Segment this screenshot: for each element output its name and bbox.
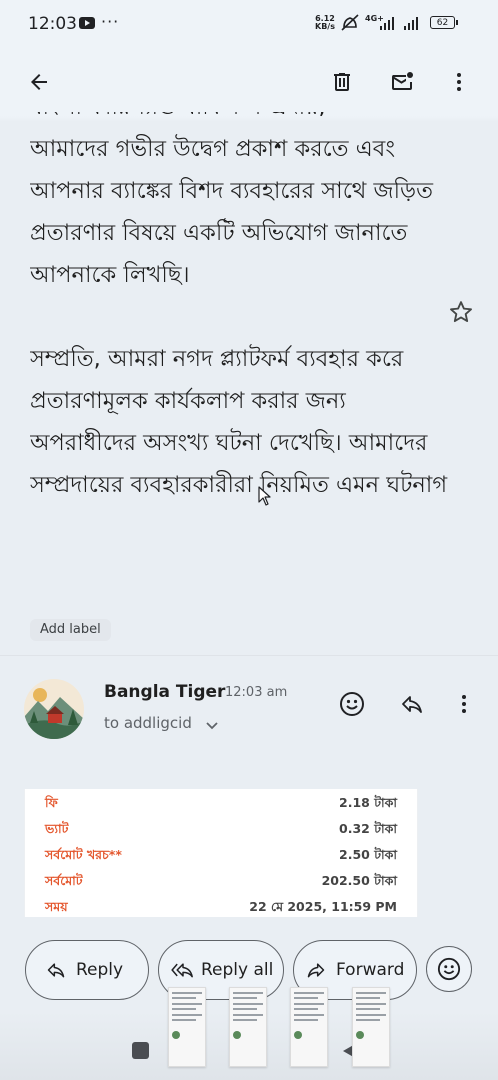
reply-icon-button[interactable]	[394, 686, 430, 722]
email-paragraph-1: আমাদের গভীর উদ্বেগ প্রকাশ করতে এবং আপনার…	[30, 136, 433, 288]
back-button[interactable]	[15, 58, 63, 106]
email-paragraph-2: সম্প্রতি, আমরা নগদ প্ল্যাটফর্ম ব্যবহার ক…	[30, 346, 448, 498]
more-options-button[interactable]	[435, 58, 483, 106]
add-label-chip[interactable]: Add label	[30, 619, 111, 641]
reply-button[interactable]: Reply	[25, 940, 149, 1000]
receipt-row: সর্বমোট 202.50 টাকা	[45, 873, 397, 888]
delete-button[interactable]	[318, 58, 366, 106]
receipt-row: ভ্যাট 0.32 টাকা	[45, 821, 397, 836]
more-vert-icon	[462, 695, 466, 713]
receipt-row: ফি 2.18 টাকা	[45, 795, 397, 810]
receipt-fade	[0, 918, 498, 938]
message-more-button[interactable]	[446, 686, 482, 722]
scroll-fade	[0, 116, 498, 122]
sender-name: Bangla Tiger	[104, 682, 226, 702]
email-body: বাংলা কারিগ্যান্ড বাকিস সম্প্রদায়, আমাদ…	[30, 112, 450, 602]
delete-icon	[334, 73, 350, 91]
back-arrow-icon	[31, 74, 47, 90]
network-speed: 6.12 KB/s	[315, 14, 335, 31]
reply-icon	[402, 696, 422, 713]
recent-app-thumbnail[interactable]	[352, 987, 390, 1067]
avatar-image	[24, 679, 84, 739]
reply-all-label: Reply all	[201, 960, 274, 980]
forward-label: Forward	[336, 960, 405, 980]
recent-app-thumbnail[interactable]	[229, 987, 267, 1067]
recent-app-thumbnail[interactable]	[168, 987, 206, 1067]
signal-icon-2	[404, 16, 418, 30]
divider	[0, 655, 498, 656]
message-time: 12:03 am	[225, 685, 288, 700]
mute-icon	[341, 14, 359, 31]
emoji-icon	[437, 957, 461, 981]
status-bar: 12:03 ··· 6.12 KB/s 4G+ 62	[0, 0, 498, 50]
star-icon[interactable]	[447, 298, 475, 326]
emoji-reaction-button[interactable]	[334, 686, 370, 722]
recent-app-thumbnail[interactable]	[290, 987, 328, 1067]
receipt-row: সর্বমোট খরচ** 2.50 টাকা	[45, 847, 397, 862]
reply-all-icon	[171, 960, 195, 980]
avatar[interactable]	[24, 679, 84, 739]
mouse-cursor-icon	[258, 486, 271, 506]
recents-nav-icon[interactable]	[132, 1042, 149, 1059]
reply-icon	[46, 960, 66, 980]
battery-indicator: 62	[430, 16, 458, 29]
youtube-notification-icon	[79, 17, 95, 29]
app-bar	[0, 50, 498, 116]
more-vert-icon	[457, 73, 461, 91]
status-time: 12:03	[28, 14, 77, 34]
emoji-react-button[interactable]	[426, 946, 472, 992]
receipt-table: ফি 2.18 টাকা ভ্যাট 0.32 টাকা সর্বমোট খরচ…	[24, 789, 418, 917]
more-notifications-icon: ···	[101, 12, 120, 31]
chevron-down-icon[interactable]	[205, 718, 219, 732]
recipient-line[interactable]: to addligcid	[104, 714, 192, 732]
mark-unread-icon	[391, 72, 413, 90]
reply-label: Reply	[76, 960, 124, 980]
signal-icon	[380, 16, 394, 30]
forward-icon	[306, 960, 326, 980]
mark-unread-button[interactable]	[378, 58, 426, 106]
emoji-icon	[340, 692, 364, 716]
